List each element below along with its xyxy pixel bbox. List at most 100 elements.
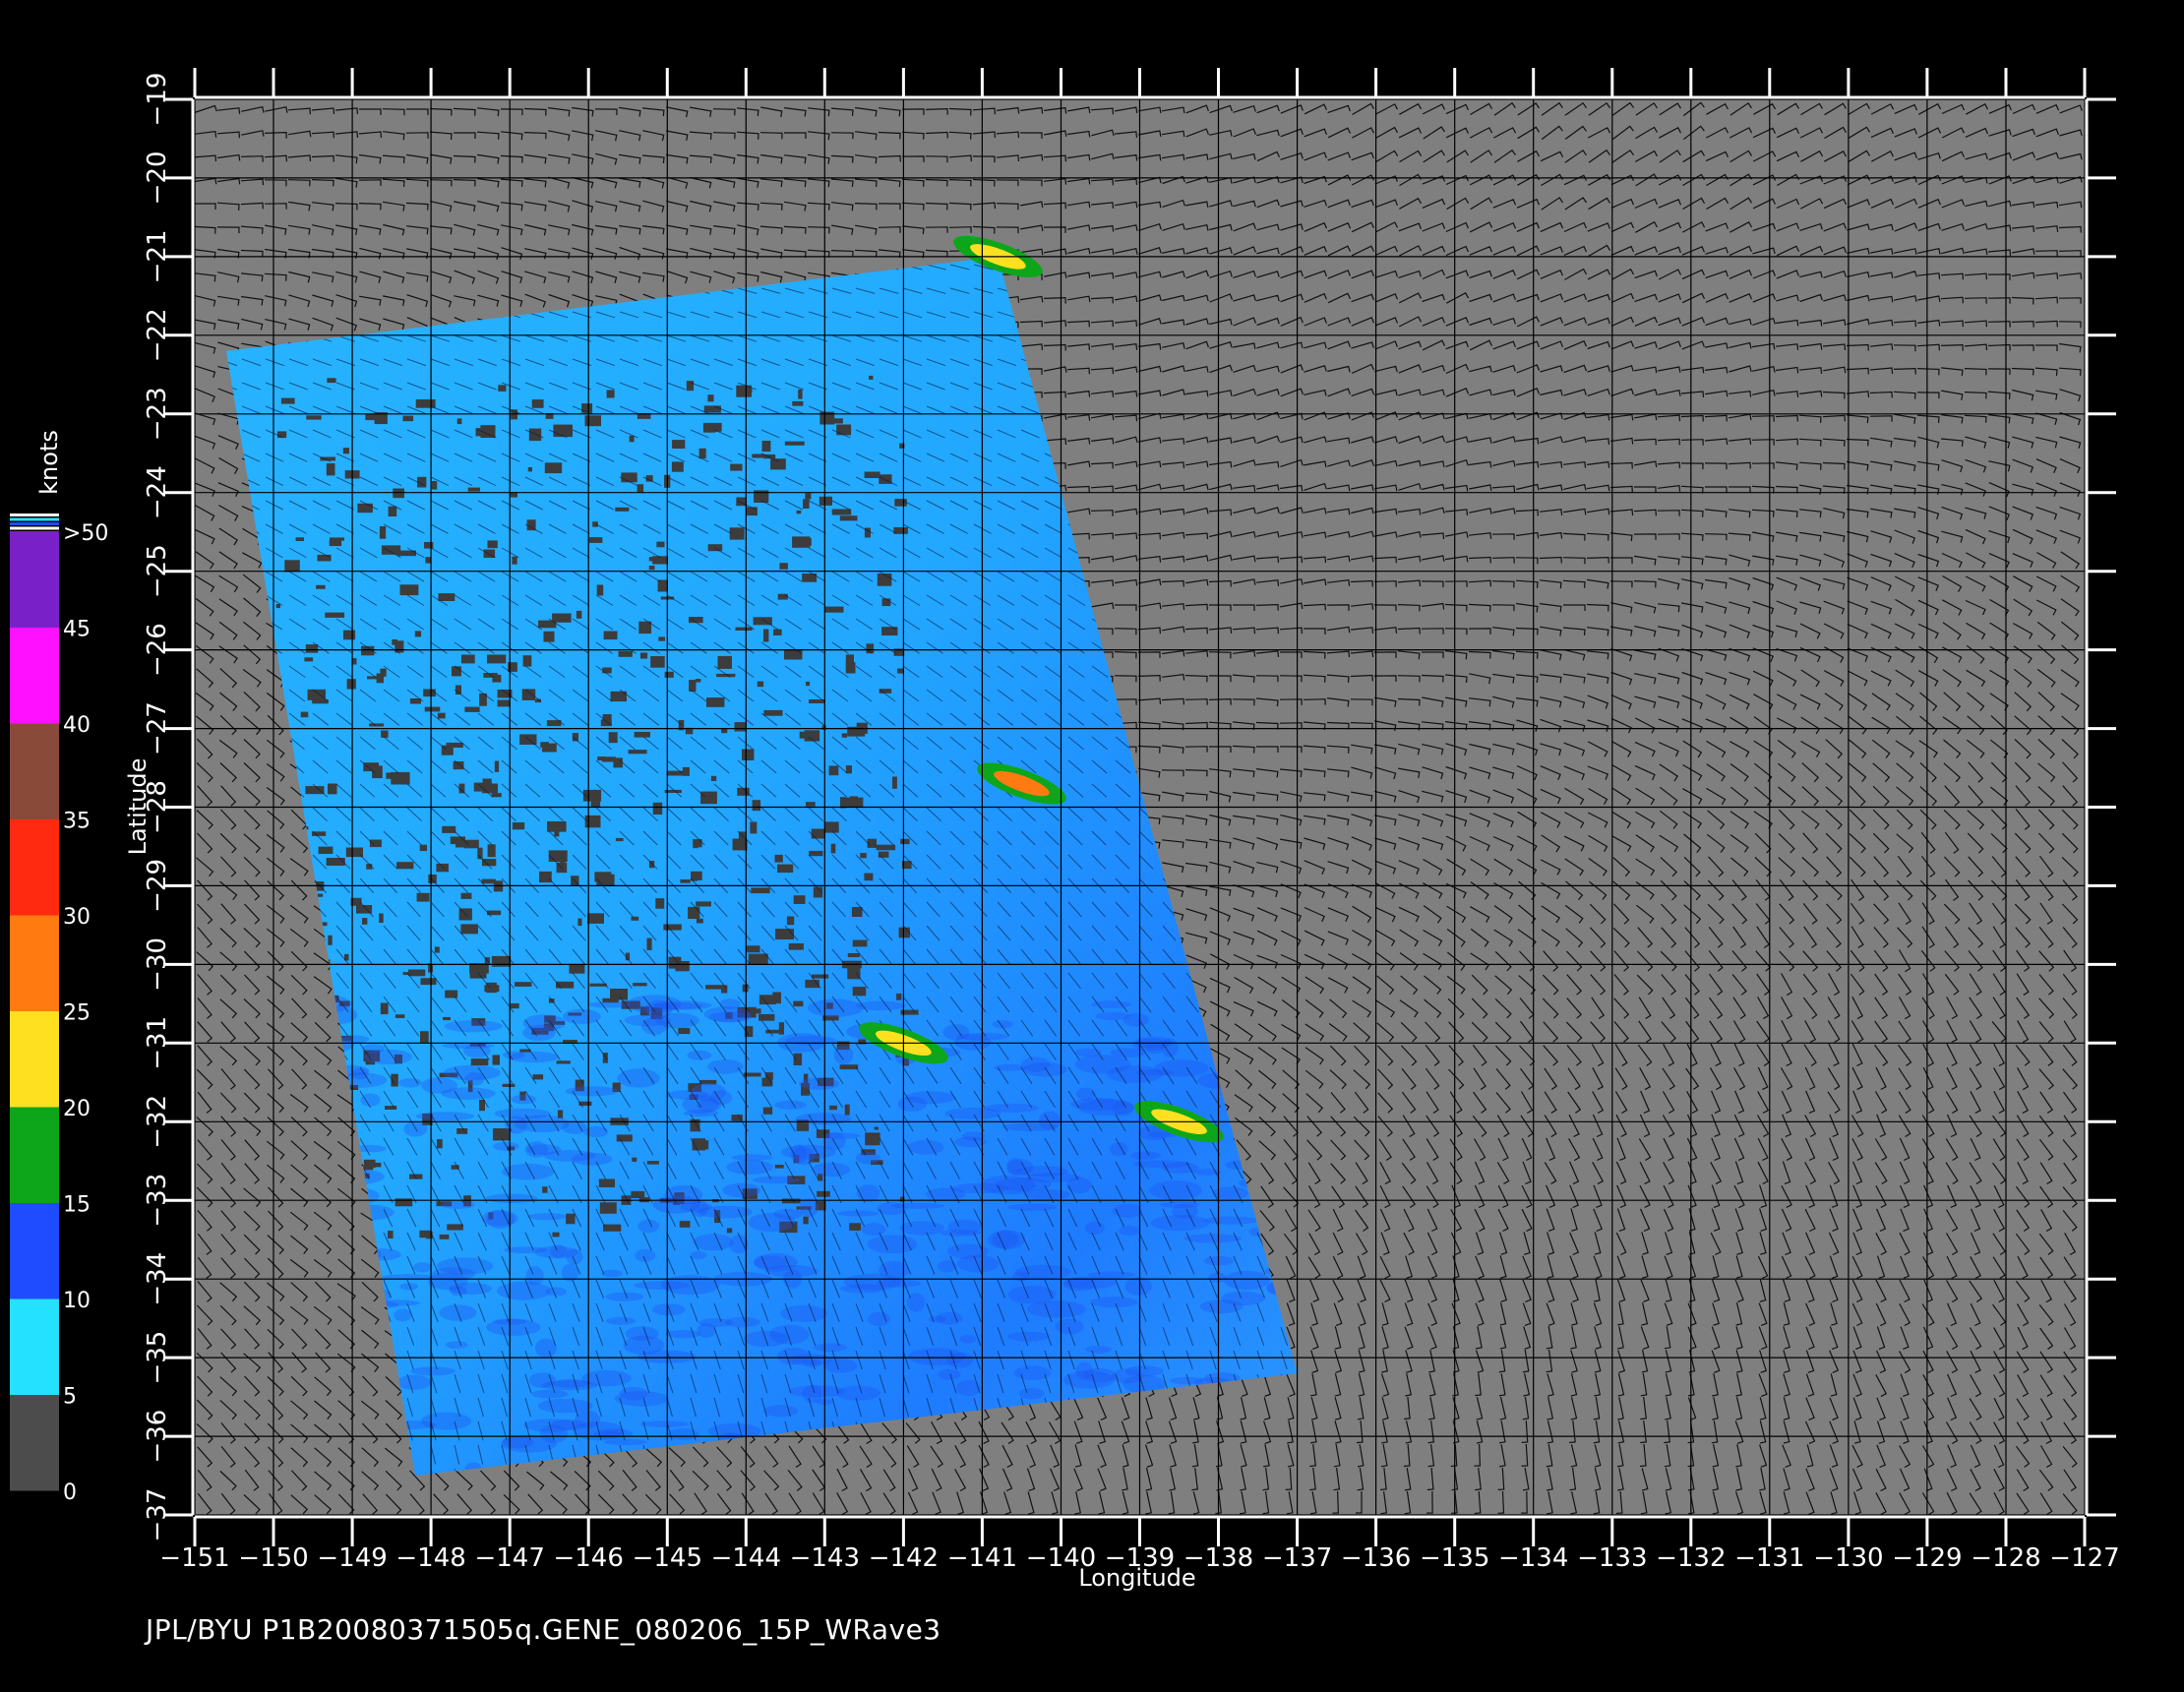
strong-wind-patch bbox=[522, 1024, 556, 1042]
strong-wind-patch bbox=[396, 1374, 432, 1390]
no-data-speck bbox=[657, 579, 668, 592]
strong-wind-patch bbox=[503, 1051, 525, 1059]
no-data-speck bbox=[786, 916, 795, 926]
no-data-speck bbox=[689, 680, 697, 692]
no-data-speck bbox=[752, 453, 764, 458]
no-data-speck bbox=[280, 397, 295, 404]
no-data-speck bbox=[856, 733, 863, 737]
strong-wind-patch bbox=[839, 1284, 886, 1294]
y-tick-label: −31 bbox=[143, 1016, 172, 1070]
no-data-speck bbox=[610, 989, 628, 1000]
x-tick-label: −141 bbox=[947, 1543, 1017, 1573]
strong-wind-patch bbox=[1091, 1000, 1132, 1008]
no-data-speck bbox=[305, 644, 319, 653]
colorbar-segment bbox=[10, 915, 59, 1011]
no-data-speck bbox=[394, 1014, 405, 1018]
colorbar-tick-label: 25 bbox=[63, 1001, 91, 1026]
no-data-speck bbox=[821, 725, 826, 730]
no-data-speck bbox=[817, 1190, 830, 1197]
colorbar-tick-label: 10 bbox=[63, 1289, 91, 1313]
strong-wind-patch bbox=[687, 1050, 712, 1060]
strong-wind-patch bbox=[867, 1235, 918, 1254]
no-data-speck bbox=[845, 654, 854, 664]
strong-wind-patch bbox=[639, 1420, 690, 1427]
no-data-speck bbox=[479, 1100, 485, 1112]
colorbar-segment bbox=[10, 1394, 59, 1491]
strong-wind-patch bbox=[835, 1385, 881, 1401]
colorbar-segment bbox=[10, 723, 59, 819]
strong-wind-patch bbox=[868, 1311, 891, 1327]
strong-wind-patch bbox=[601, 1269, 623, 1278]
no-data-speck bbox=[481, 878, 496, 884]
no-data-speck bbox=[829, 1105, 837, 1111]
strong-wind-patch bbox=[1119, 1225, 1140, 1237]
no-data-speck bbox=[346, 679, 356, 690]
no-data-speck bbox=[869, 375, 874, 380]
strong-wind-patch bbox=[899, 1221, 944, 1236]
strong-wind-patch bbox=[562, 1120, 587, 1134]
strong-wind-patch bbox=[1203, 1216, 1259, 1225]
strong-wind-patch bbox=[693, 1234, 734, 1251]
colorbar-tick-label: 30 bbox=[63, 905, 91, 930]
no-data-speck bbox=[732, 838, 748, 851]
strong-wind-patch bbox=[531, 1389, 569, 1399]
no-data-speck bbox=[618, 650, 633, 657]
no-data-speck bbox=[688, 906, 700, 919]
no-data-speck bbox=[849, 1223, 862, 1231]
colorbar-tick-label: 5 bbox=[63, 1385, 77, 1410]
no-data-speck bbox=[671, 461, 684, 472]
no-data-speck bbox=[326, 463, 335, 476]
no-data-speck bbox=[510, 492, 517, 498]
no-data-speck bbox=[295, 537, 304, 541]
no-data-speck bbox=[730, 463, 743, 471]
no-data-speck bbox=[700, 791, 717, 805]
strong-wind-patch bbox=[697, 1098, 722, 1113]
no-data-speck bbox=[634, 732, 650, 738]
colorbar-cap bbox=[10, 517, 59, 521]
no-data-speck bbox=[542, 1186, 548, 1193]
no-data-speck bbox=[396, 862, 414, 870]
no-data-speck bbox=[379, 526, 387, 539]
no-data-speck bbox=[839, 515, 858, 521]
y-tick-label: −25 bbox=[143, 544, 172, 598]
no-data-speck bbox=[317, 554, 332, 562]
strong-wind-patch bbox=[726, 1159, 773, 1175]
no-data-speck bbox=[447, 1224, 463, 1231]
no-data-speck bbox=[646, 1161, 659, 1165]
no-data-speck bbox=[774, 1165, 784, 1169]
y-axis-label: Latitude bbox=[124, 758, 152, 856]
no-data-speck bbox=[388, 1231, 394, 1239]
no-data-speck bbox=[698, 448, 706, 459]
no-data-speck bbox=[784, 649, 803, 660]
no-data-speck bbox=[419, 844, 428, 852]
no-data-speck bbox=[616, 1134, 633, 1142]
strong-wind-patch bbox=[552, 1378, 590, 1388]
no-data-speck bbox=[393, 488, 404, 499]
no-data-speck bbox=[830, 843, 836, 854]
strong-wind-patch bbox=[690, 1250, 707, 1260]
no-data-speck bbox=[438, 593, 455, 601]
no-data-speck bbox=[464, 706, 480, 712]
strong-wind-patch bbox=[1007, 1331, 1050, 1342]
no-data-speck bbox=[686, 381, 695, 392]
no-data-speck bbox=[655, 898, 665, 909]
no-data-speck bbox=[491, 955, 512, 967]
no-data-speck bbox=[648, 566, 655, 571]
strong-wind-patch bbox=[1018, 1388, 1045, 1400]
y-tick-label: −22 bbox=[143, 308, 172, 362]
strong-wind-patch bbox=[752, 1176, 800, 1184]
strong-wind-patch bbox=[1149, 1180, 1202, 1200]
no-data-speck bbox=[596, 584, 604, 596]
no-data-speck bbox=[367, 676, 378, 680]
no-data-speck bbox=[784, 441, 805, 446]
no-data-speck bbox=[703, 405, 721, 413]
no-data-speck bbox=[707, 394, 714, 402]
x-tick-label: −136 bbox=[1341, 1543, 1411, 1573]
no-data-speck bbox=[598, 1178, 615, 1187]
no-data-speck bbox=[736, 497, 746, 507]
no-data-speck bbox=[796, 510, 802, 514]
y-tick-label: −35 bbox=[143, 1331, 172, 1385]
strong-wind-patch bbox=[938, 1368, 961, 1380]
no-data-speck bbox=[369, 839, 382, 848]
no-data-speck bbox=[307, 689, 326, 700]
